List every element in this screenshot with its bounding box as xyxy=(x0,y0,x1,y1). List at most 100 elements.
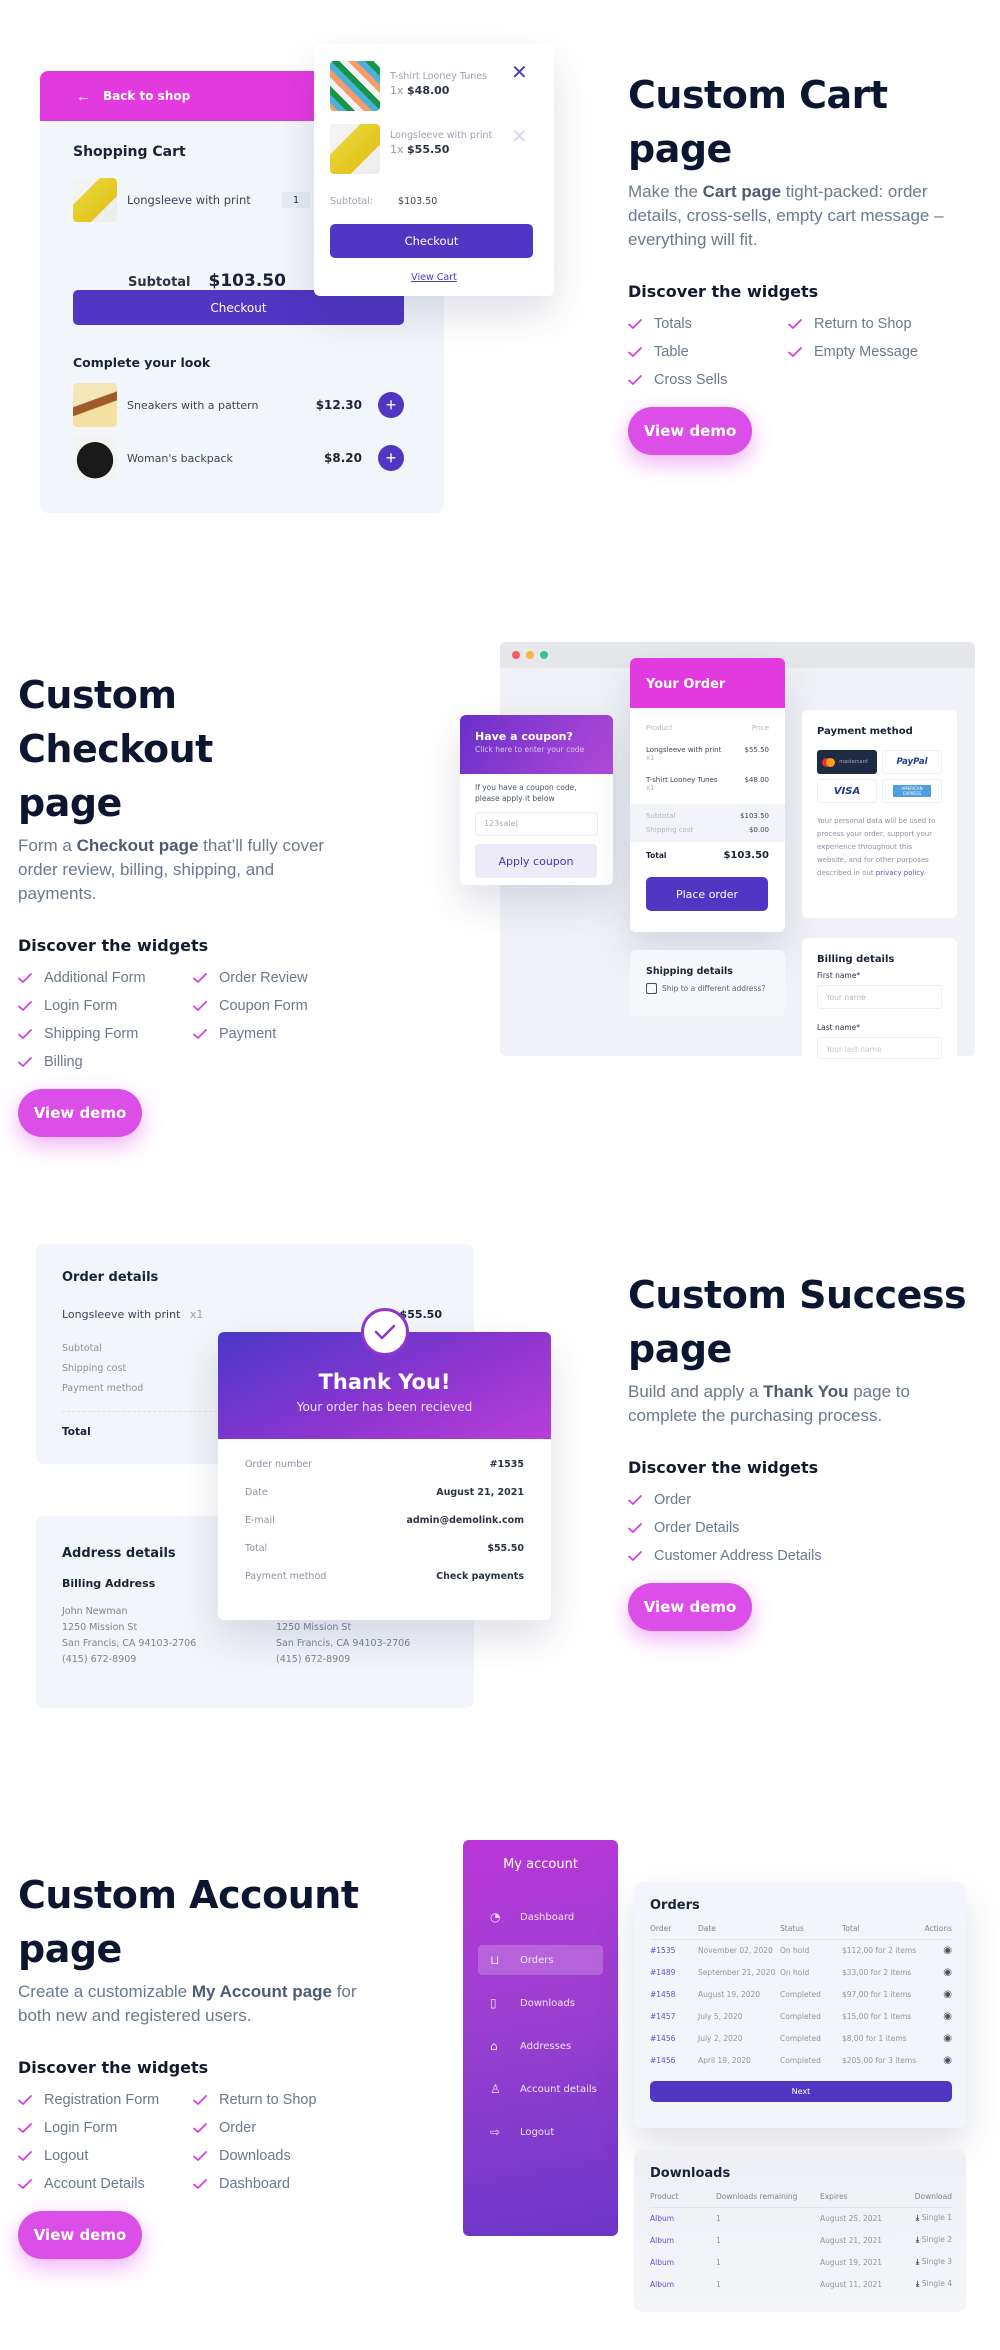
widgets-heading: Discover the widgets xyxy=(18,2058,209,2077)
sidebar-item-addresses[interactable]: ⌂ Addresses xyxy=(478,2031,603,2061)
order-cell: July 2, 2020 xyxy=(698,2033,743,2043)
shipping-title: Shipping details xyxy=(646,966,733,977)
remove-item-close-icon[interactable]: ✕ xyxy=(511,60,528,85)
detail-row: Total $55.50 xyxy=(245,1543,524,1554)
order-cell: November 02, 2020 xyxy=(698,1945,773,1955)
coupon-subtitle: Click here to enter your code xyxy=(475,745,585,754)
order-review-card: Your Order Product Price Longsleeve with … xyxy=(630,658,785,932)
mini-item-price: $55.50 xyxy=(407,143,450,156)
check-icon xyxy=(193,2123,207,2133)
order-cell: August 19, 2020 xyxy=(698,1989,761,1999)
order-number-link[interactable]: #1458 xyxy=(650,1983,698,2005)
first-name-input[interactable]: Your name xyxy=(817,985,942,1009)
sidebar-item-downloads[interactable]: ▯ Downloads xyxy=(478,1988,603,2018)
order-row: #1456 April 19, 2020 Completed $205,00 for … xyxy=(650,2049,952,2071)
check-icon xyxy=(193,2151,207,2161)
widget-item: Payment xyxy=(193,1025,368,1043)
billing-details-card: Billing details First name* Your name La… xyxy=(802,938,957,1068)
order-number-link[interactable]: #1456 xyxy=(650,2049,698,2071)
mastercard-option[interactable]: mastercard xyxy=(817,750,877,774)
mini-item-qty: 1x xyxy=(390,84,404,97)
view-cart-link[interactable]: View Cart xyxy=(314,272,554,283)
sidebar-item-logout[interactable]: ⇨ Logout xyxy=(478,2117,603,2147)
check-icon xyxy=(628,1551,642,1561)
widgets-heading: Discover the widgets xyxy=(628,1458,819,1477)
view-order-eye-icon[interactable]: ◉ xyxy=(924,1961,952,1983)
check-icon xyxy=(193,2095,207,2105)
product-link[interactable]: Album xyxy=(650,2251,716,2273)
widget-item: Dashboard xyxy=(193,2175,368,2193)
product-link[interactable]: Album xyxy=(650,2273,716,2295)
downloads-title: Downloads xyxy=(650,2166,731,2181)
remove-item-close-icon[interactable]: ✕ xyxy=(511,124,528,149)
view-order-eye-icon[interactable]: ◉ xyxy=(924,2049,952,2071)
success-check-icon xyxy=(361,1308,409,1356)
check-icon xyxy=(18,1029,32,1039)
view-order-eye-icon[interactable]: ◉ xyxy=(924,2005,952,2027)
paypal-option[interactable]: PayPal xyxy=(882,750,942,774)
ship-different-checkbox[interactable] xyxy=(646,983,657,994)
download-link[interactable]: ⤓ Single 2 xyxy=(908,2229,952,2251)
coupon-header[interactable]: Have a coupon? Click here to enter your … xyxy=(460,715,613,774)
product-link[interactable]: Album xyxy=(650,2207,716,2229)
view-order-eye-icon[interactable]: ◉ xyxy=(924,1939,952,1961)
view-order-eye-icon[interactable]: ◉ xyxy=(924,2027,952,2049)
success-view-demo-button[interactable]: View demo xyxy=(628,1583,752,1631)
check-icon xyxy=(628,375,642,385)
check-icon xyxy=(193,1029,207,1039)
visa-option[interactable]: VISA xyxy=(817,779,877,803)
account-view-demo-button[interactable]: View demo xyxy=(18,2211,142,2259)
sidebar-item-dashboard[interactable]: ◔ Dashboard xyxy=(478,1902,603,1932)
order-number-link[interactable]: #1535 xyxy=(650,1939,698,1961)
orders-next-button[interactable]: Next xyxy=(650,2081,952,2102)
cart-description: Make the Cart page tight-packed: order d… xyxy=(628,182,944,249)
place-order-button[interactable]: Place order xyxy=(646,877,768,911)
download-row: Album 1 August 19, 2021 ⤓ Single 3 xyxy=(650,2251,952,2273)
checkout-title-line2: page xyxy=(18,781,122,825)
billing-title: Billing details xyxy=(817,954,895,965)
download-cell: 1 xyxy=(716,2213,721,2223)
view-order-eye-icon[interactable]: ◉ xyxy=(924,1983,952,2005)
privacy-policy-link[interactable]: privacy policy xyxy=(876,869,924,877)
apply-coupon-button[interactable]: Apply coupon xyxy=(475,844,597,878)
crosssell-name: Sneakers with a pattern xyxy=(127,398,259,412)
last-name-input[interactable]: Your last name xyxy=(817,1037,942,1059)
order-details-title: Order details xyxy=(62,1270,159,1285)
sneakers-thumbnail xyxy=(73,383,117,427)
checkout-view-demo-button[interactable]: View demo xyxy=(18,1089,142,1137)
back-to-shop-link[interactable]: Back to shop xyxy=(103,89,190,103)
cart-view-demo-button[interactable]: View demo xyxy=(628,407,752,455)
order-number-link[interactable]: #1489 xyxy=(650,1961,698,1983)
download-link[interactable]: ⤓ Single 3 xyxy=(908,2251,952,2273)
cart-subtotal: Subtotal $103.50 xyxy=(128,271,286,291)
product-link[interactable]: Album xyxy=(650,2229,716,2251)
amex-option[interactable]: AMERICAN EXPRESS xyxy=(882,779,942,803)
coupon-code-input[interactable]: 123sale| xyxy=(475,812,598,836)
detail-row: Order number #1535 xyxy=(245,1459,524,1470)
mini-subtotal: Subtotal: $103.50 xyxy=(330,196,437,207)
cart-item-qty[interactable]: 1 xyxy=(282,192,310,208)
sidebar-item-account-details[interactable]: ♙ Account details xyxy=(478,2074,603,2104)
order-number-link[interactable]: #1456 xyxy=(650,2027,698,2049)
widget-item: Cross Sells xyxy=(628,371,788,389)
download-link[interactable]: ⤓ Single 1 xyxy=(908,2207,952,2229)
sidebar-item-orders[interactable]: ⊔ Orders xyxy=(478,1945,603,1975)
account-title-line2: page xyxy=(18,1927,122,1971)
check-icon xyxy=(18,2179,32,2189)
mini-item-name: T-shirt Looney Tunes xyxy=(390,71,488,82)
download-link[interactable]: ⤓ Single 4 xyxy=(908,2273,952,2295)
add-to-cart-plus-icon[interactable]: + xyxy=(378,445,404,471)
mini-checkout-button[interactable]: Checkout xyxy=(330,224,533,258)
order-item-name: Longsleeve with print xyxy=(62,1308,181,1321)
order-number-link[interactable]: #1457 xyxy=(650,2005,698,2027)
widget-item: Table xyxy=(628,343,788,361)
order-cell: $15,00 for 1 items xyxy=(842,2011,912,2021)
account-sidebar: My account ◔ Dashboard ⊔ Orders ▯ Downloads… xyxy=(463,1840,618,2236)
widget-item: Login Form xyxy=(18,997,193,1015)
add-to-cart-plus-icon[interactable]: + xyxy=(378,392,404,418)
order-cell: Completed xyxy=(780,2055,821,2065)
cart-title-line2: page xyxy=(628,127,732,171)
shopping-cart-heading: Shopping Cart xyxy=(73,144,186,160)
crosssell-price: $12.30 xyxy=(315,398,362,412)
mini-cart-item: Longsleeve with print 1x $55.50 xyxy=(330,124,492,174)
